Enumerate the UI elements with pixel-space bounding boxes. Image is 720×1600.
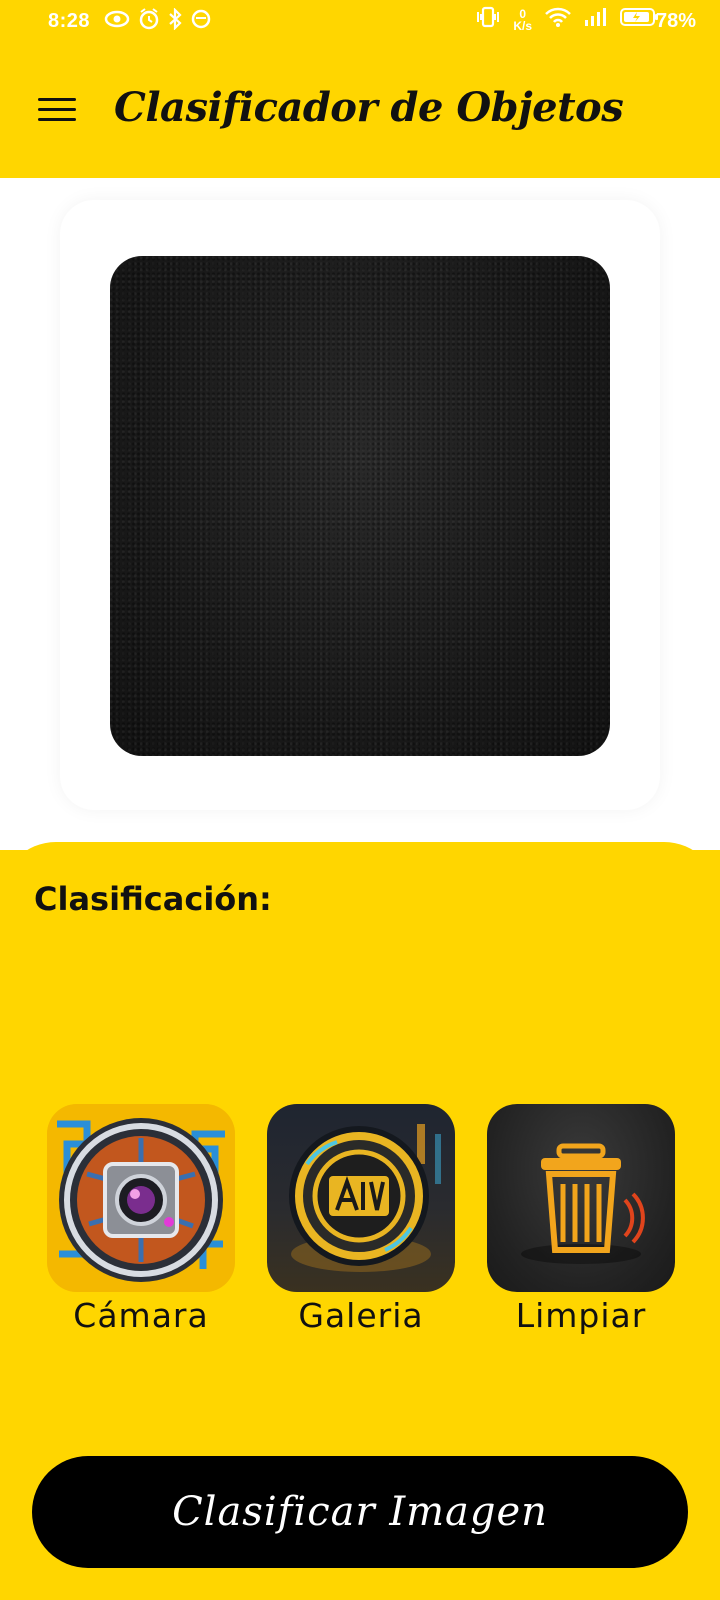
action-row: Cámara Galeria Limpiar [0, 1104, 720, 1344]
camera-label: Cámara [73, 1296, 209, 1335]
clear-button[interactable]: Limpiar [486, 1104, 676, 1335]
battery-icon [620, 6, 660, 34]
gallery-button[interactable]: Galeria [266, 1104, 456, 1335]
alarm-icon [138, 8, 160, 36]
vibrate-icon [475, 6, 501, 34]
wifi-icon [544, 6, 572, 34]
app-notification-icon [190, 8, 212, 36]
bluetooth-icon [168, 7, 182, 36]
status-time: 8:28 [48, 10, 91, 32]
classification-section: Clasificación: Cámara Galeria Limpiar Cl… [0, 842, 720, 1600]
clear-label: Limpiar [515, 1296, 647, 1335]
trash-icon [487, 1104, 675, 1292]
status-right-icons: 0 K/s [475, 6, 660, 34]
gallery-label: Galeria [298, 1296, 424, 1335]
camera-icon [47, 1104, 235, 1292]
ai-gallery-icon [267, 1104, 455, 1292]
status-bar: 8:28 0 K/s 78% [0, 0, 720, 44]
network-speed: 0 K/s [513, 8, 532, 32]
image-card [60, 200, 660, 810]
classification-label: Clasificación: [34, 880, 272, 918]
classify-image-button[interactable]: Clasificar Imagen [32, 1456, 688, 1568]
app-bar: Clasificador de Objetos [0, 44, 720, 178]
network-speed-unit: K/s [513, 19, 532, 33]
image-preview [110, 256, 610, 756]
eye-icon [104, 9, 130, 35]
app-title: Clasificador de Objetos [114, 84, 624, 131]
hamburger-menu-icon[interactable] [38, 98, 76, 128]
signal-icon [584, 6, 608, 34]
image-panel [0, 178, 720, 850]
battery-percent: 78% [655, 10, 696, 32]
status-left-icons [104, 7, 212, 36]
camera-button[interactable]: Cámara [46, 1104, 236, 1335]
